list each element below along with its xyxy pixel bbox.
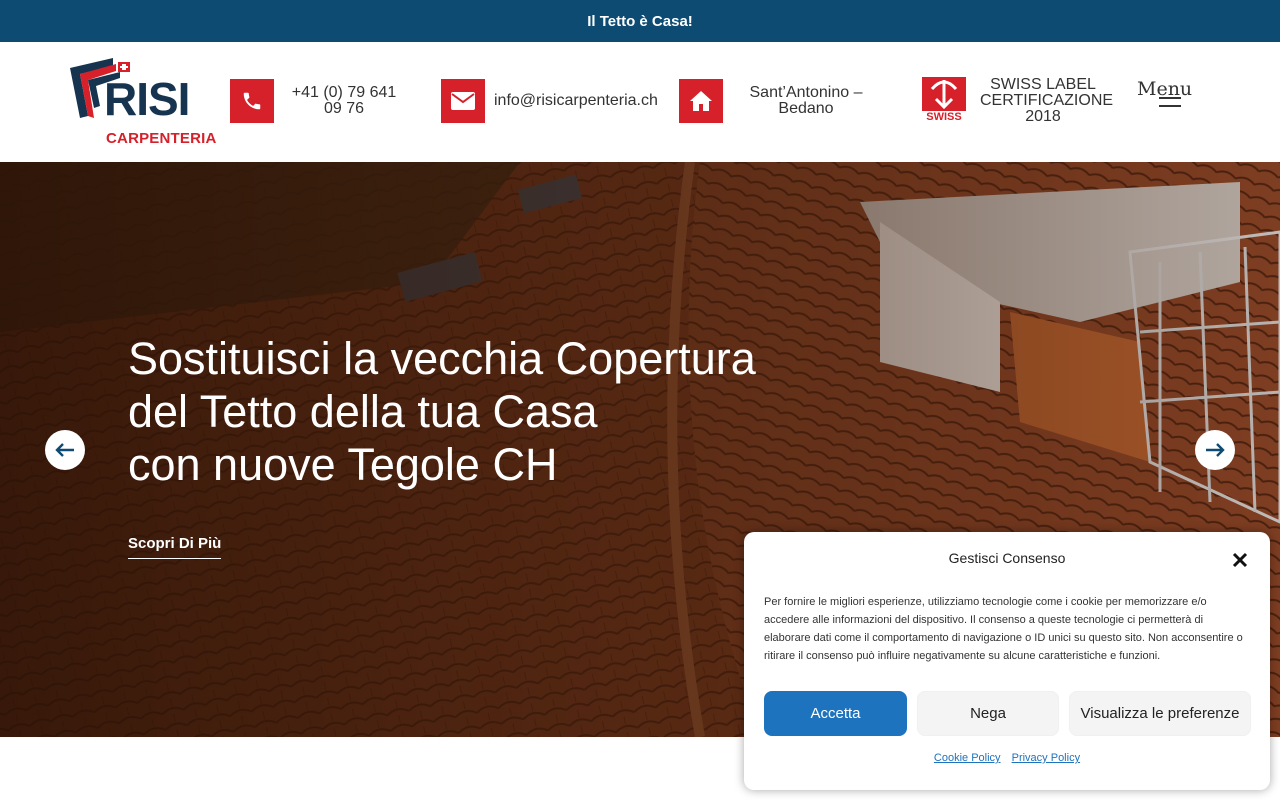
cookie-consent-body: Per fornire le migliori esperienze, util… bbox=[764, 596, 1243, 662]
arrow-left-icon bbox=[55, 443, 74, 457]
home-icon bbox=[679, 79, 723, 123]
top-announcement-text: Il Tetto è Casa! bbox=[587, 12, 693, 30]
close-icon bbox=[1232, 552, 1248, 568]
view-preferences-button[interactable]: Visualizza le preferenze bbox=[1069, 691, 1251, 736]
logo-subtitle: CARPENTERIA bbox=[106, 130, 217, 147]
site-header: RISI CARPENTERIA +41 (0) 79 641 09 76 in… bbox=[0, 42, 1280, 162]
swiss-label-line-3: 2018 bbox=[1025, 108, 1061, 125]
phone-icon bbox=[230, 79, 274, 123]
cookie-policy-links: Cookie Policy Privacy Policy bbox=[744, 752, 1270, 764]
hero-title-line-1: Sostituisci la vecchia Copertura bbox=[128, 333, 756, 384]
arrow-right-icon bbox=[1206, 443, 1225, 457]
menu-button[interactable]: Menu bbox=[1137, 78, 1197, 118]
swiss-label-line-2: CERTIFICAZIONE bbox=[980, 92, 1114, 109]
cookie-consent-dialog: Gestisci Consenso Per fornire le miglior… bbox=[744, 532, 1270, 790]
slider-next-button[interactable] bbox=[1195, 430, 1235, 470]
deny-button[interactable]: Nega bbox=[917, 691, 1059, 736]
address-line-2: Bedano bbox=[778, 100, 834, 117]
privacy-policy-link[interactable]: Privacy Policy bbox=[1012, 752, 1080, 764]
swiss-badge-text: SWISS bbox=[926, 111, 962, 123]
phone-contact[interactable]: +41 (0) 79 641 09 76 bbox=[230, 79, 398, 123]
swiss-label-certification: SWISS SWISS LABEL CERTIFICAZIONE 2018 bbox=[922, 76, 1114, 125]
hero-title-line-3: con nuove Tegole CH bbox=[128, 439, 558, 490]
top-announcement-bar: Il Tetto è Casa! bbox=[0, 0, 1280, 42]
hero-title: Sostituisci la vecchia Copertura del Tet… bbox=[128, 332, 828, 491]
phone-number-line-2: 09 76 bbox=[323, 100, 365, 117]
address-line-1: Sant’Antonino – bbox=[749, 84, 863, 101]
slider-prev-button[interactable] bbox=[45, 430, 85, 470]
cookie-policy-link[interactable]: Cookie Policy bbox=[934, 752, 1001, 764]
envelope-icon bbox=[441, 79, 485, 123]
scopri-di-piu-link[interactable]: Scopri Di Più bbox=[128, 535, 222, 559]
site-logo[interactable]: RISI CARPENTERIA bbox=[68, 56, 217, 150]
cookie-close-button[interactable] bbox=[1230, 550, 1250, 570]
crossbow-icon bbox=[922, 77, 966, 111]
hero-title-line-2: del Tetto della tua Casa bbox=[128, 386, 598, 437]
swiss-label-badge: SWISS bbox=[922, 77, 966, 125]
swiss-label-line-1: SWISS LABEL bbox=[990, 76, 1096, 93]
email-contact[interactable]: info@risicarpenteria.ch bbox=[441, 79, 658, 123]
hamburger-icon bbox=[1159, 97, 1181, 113]
phone-number-line-1: +41 (0) 79 641 bbox=[291, 84, 397, 101]
accept-button[interactable]: Accetta bbox=[764, 691, 907, 736]
address-contact[interactable]: Sant’Antonino – Bedano bbox=[679, 79, 871, 123]
email-address: info@risicarpenteria.ch bbox=[494, 92, 658, 109]
logo-wordmark: RISI bbox=[104, 73, 190, 125]
cookie-consent-title: Gestisci Consenso bbox=[948, 550, 1066, 566]
